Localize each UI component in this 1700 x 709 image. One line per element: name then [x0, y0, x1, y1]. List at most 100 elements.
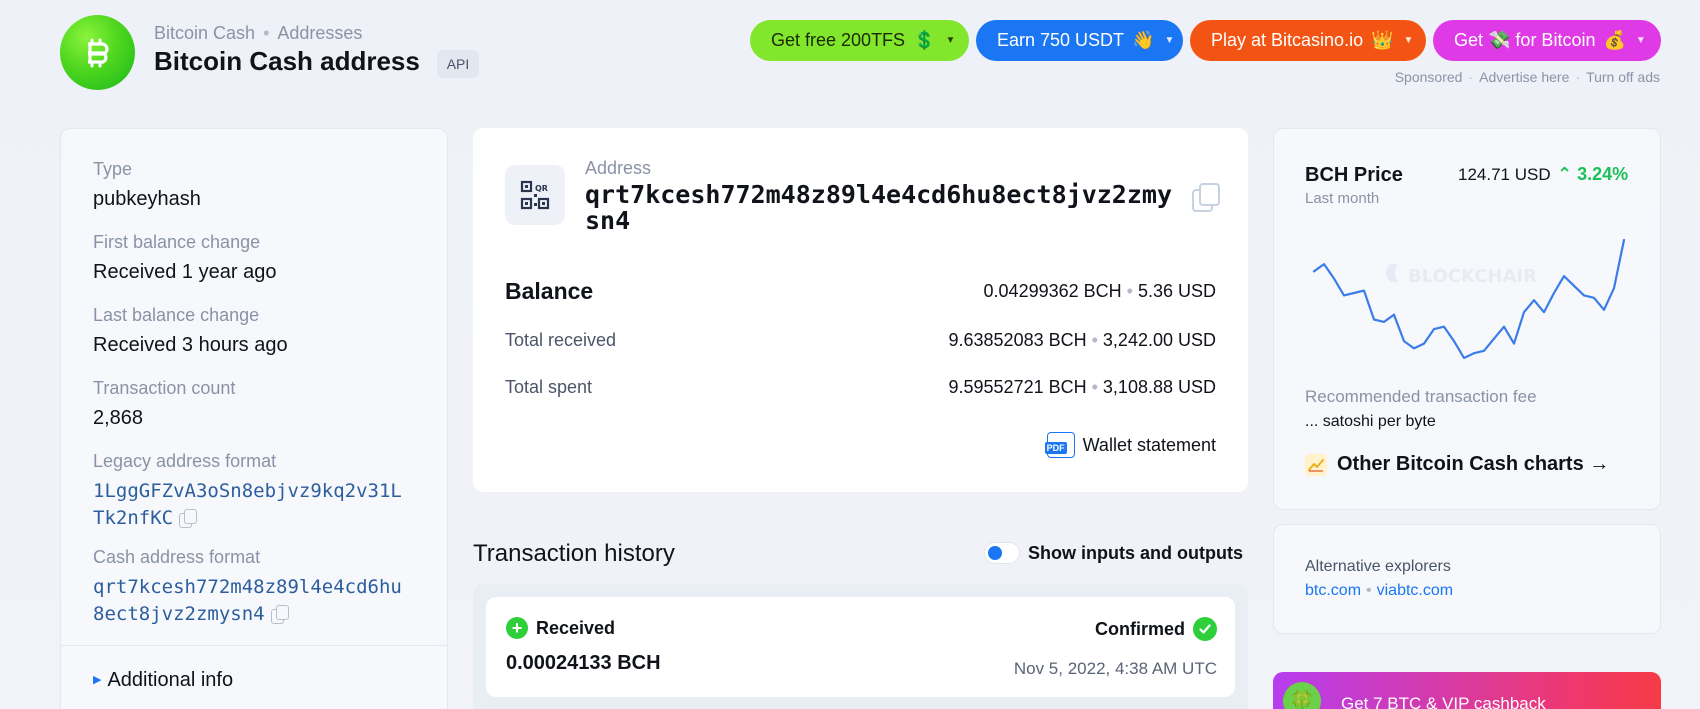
ad-button-sell-bitcoin[interactable]: Get 💸 for Bitcoin 💰 ▼ — [1433, 20, 1661, 61]
legacy-address-value[interactable]: 1LggGFZvA3oSn8ebjvz9kq2v31LTk2nfKC — [93, 480, 402, 529]
copy-icon[interactable] — [270, 605, 289, 624]
transaction-type-label: Received — [536, 617, 616, 638]
address-details-card: Type pubkeyhash First balance change Rec… — [60, 128, 448, 709]
promo-banner[interactable]: 🍀 Get 7 BTC & VIP cashback — [1273, 672, 1661, 709]
additional-info-label: Additional info — [107, 669, 234, 691]
transaction-status-label: Confirmed — [1095, 618, 1185, 639]
ad-label: Get 💸 for Bitcoin — [1454, 30, 1596, 50]
ad-links: Sponsored · Advertise here · Turn off ads — [1395, 69, 1660, 85]
additional-info-toggle[interactable]: ▶ Additional info — [93, 669, 233, 692]
toggle-switch[interactable] — [984, 542, 1020, 564]
pdf-tag: PDF — [1044, 442, 1067, 454]
copy-address-icon[interactable] — [1192, 183, 1220, 212]
first-change-label: First balance change — [93, 232, 261, 252]
type-info: Type pubkeyhash — [93, 159, 201, 211]
separator: • — [1126, 281, 1133, 301]
spent-usd: 3,108.88 USD — [1102, 377, 1216, 397]
chart-watermark-text: BLOCKCHAIR — [1408, 266, 1537, 287]
chevron-down-icon[interactable]: ▼ — [945, 35, 955, 46]
price-change: ⌃ 3.24% — [1557, 164, 1628, 185]
chart-watermark: BLOCKCHAIR — [1386, 264, 1537, 287]
cash-address: qrt7kcesh772m48z89l4e4cd6hu8ect8jvz2zmys… — [93, 574, 413, 628]
spent-bch: 9.59552721 BCH — [948, 377, 1087, 397]
other-charts-link[interactable]: Other Bitcoin Cash charts → — [1305, 453, 1609, 476]
copy-icon[interactable] — [179, 509, 198, 528]
price-title: BCH Price — [1305, 164, 1403, 186]
total-spent-row: Total spent 9.59552721 BCH • 3,108.88 USD — [505, 377, 1216, 398]
price-line — [1312, 238, 1626, 360]
cash-address-value[interactable]: qrt7kcesh772m48z89l4e4cd6hu8ect8jvz2zmys… — [93, 576, 402, 625]
fee-label: Recommended transaction fee — [1305, 387, 1537, 406]
transaction-history-title: Transaction history — [473, 540, 675, 567]
address-summary-card: QR Address qrt7kcesh772m48z89l4e4cd6hu8e… — [473, 128, 1248, 492]
crown-icon: 👑 — [1371, 30, 1394, 50]
wallet-statement-label: Wallet statement — [1082, 434, 1216, 455]
bitcoin-cash-logo[interactable] — [60, 15, 135, 90]
qr-code-button[interactable]: QR — [505, 165, 565, 225]
plus-circle-icon: + — [506, 617, 528, 639]
last-change-info: Last balance change Received 3 hours ago — [93, 305, 288, 357]
clover-icon: 🍀 — [1283, 682, 1321, 709]
page-title: Bitcoin Cash address — [154, 46, 420, 76]
breadcrumb-addresses[interactable]: Addresses — [277, 23, 362, 43]
sponsored-ads: Get free 200TFS 💲 ▼ Earn 750 USDT 👋 ▼ Pl… — [750, 20, 1661, 61]
balance-row: Balance 0.04299362 BCH • 5.36 USD — [505, 278, 1216, 305]
dollar-icon: 💲 — [913, 30, 936, 50]
api-badge[interactable]: API — [437, 50, 479, 78]
chevron-down-icon[interactable]: ▼ — [1636, 35, 1646, 46]
toggle-label: Show inputs and outputs — [1028, 542, 1243, 563]
alternative-explorers-card: Alternative explorers btc.com • viabtc.com — [1273, 524, 1661, 634]
trending-up-icon — [1305, 453, 1327, 476]
chevron-down-icon[interactable]: ▼ — [1164, 35, 1174, 46]
transaction-count-value: 2,868 — [93, 407, 144, 429]
turn-off-ads-link[interactable]: Turn off ads — [1586, 69, 1660, 85]
transaction-count-label: Transaction count — [93, 378, 236, 398]
first-change-value[interactable]: Received 1 year ago — [93, 261, 276, 284]
ad-label: Play at Bitcasino.io — [1211, 30, 1364, 50]
ad-button-free-tfs[interactable]: Get free 200TFS 💲 ▼ — [750, 20, 969, 61]
type-label: Type — [93, 159, 133, 179]
fee-value: ... satoshi per byte — [1305, 413, 1436, 430]
last-change-label: Last balance change — [93, 305, 260, 325]
ad-button-bitcasino[interactable]: Play at Bitcasino.io 👑 ▼ — [1190, 20, 1426, 61]
transaction-row[interactable]: + Received 0.00024133 BCH Confirmed Nov … — [486, 597, 1235, 697]
other-charts-label: Other Bitcoin Cash charts → — [1337, 453, 1610, 475]
wave-hand-icon: 👋 — [1132, 30, 1155, 50]
received-usd: 3,242.00 USD — [1102, 330, 1216, 350]
separator: • — [1091, 330, 1098, 350]
price-value: 124.71 USD — [1458, 165, 1551, 184]
last-change-value[interactable]: Received 3 hours ago — [93, 334, 288, 357]
ad-button-earn-usdt[interactable]: Earn 750 USDT 👋 ▼ — [976, 20, 1183, 61]
cash-format-info: Cash address format qrt7kcesh772m48z89l4… — [93, 547, 413, 628]
balance-usd: 5.36 USD — [1137, 281, 1216, 301]
svg-text:QR: QR — [535, 184, 548, 193]
money-bag-icon: 💰 — [1603, 30, 1626, 50]
arrow-up-icon: ⌃ — [1557, 164, 1578, 184]
wallet-statement-link[interactable]: PDF Wallet statement — [1044, 432, 1216, 458]
divider — [61, 645, 447, 646]
total-received-row: Total received 9.63852083 BCH • 3,242.00 U… — [505, 330, 1216, 351]
transaction-type: + Received — [506, 617, 615, 639]
btc-com-link[interactable]: btc.com — [1305, 582, 1361, 599]
show-inputs-outputs[interactable]: Show inputs and outputs — [984, 542, 1243, 564]
advertise-link[interactable]: Advertise here — [1479, 69, 1569, 85]
check-circle-icon — [1193, 617, 1217, 641]
separator: · — [1575, 69, 1581, 85]
total-spent-value: 9.59552721 BCH • 3,108.88 USD — [949, 377, 1217, 398]
breadcrumb-bitcoin-cash[interactable]: Bitcoin Cash — [154, 23, 255, 43]
promo-text: Get 7 BTC & VIP cashback — [1341, 694, 1546, 709]
transaction-amount: 0.00024133 BCH — [506, 652, 661, 674]
alternative-explorers-label: Alternative explorers — [1305, 558, 1451, 575]
transaction-time[interactable]: Nov 5, 2022, 4:38 AM UTC — [1014, 659, 1217, 679]
balance-bch: 0.04299362 BCH — [983, 281, 1122, 301]
price-change-value: 3.24% — [1577, 164, 1629, 184]
cash-format-label: Cash address format — [93, 547, 261, 567]
balance-value: 0.04299362 BCH • 5.36 USD — [984, 281, 1216, 302]
chevron-down-icon[interactable]: ▼ — [1404, 35, 1414, 46]
address-value[interactable]: qrt7kcesh772m48z89l4e4cd6hu8ect8jvz2zmys… — [585, 182, 1185, 234]
ad-label: Earn 750 USDT — [997, 30, 1125, 50]
transaction-status: Confirmed — [1095, 617, 1217, 641]
viabtc-link[interactable]: viabtc.com — [1377, 582, 1453, 599]
qr-code-icon: QR — [520, 180, 550, 210]
price-chart[interactable]: BLOCKCHAIR — [1308, 234, 1630, 364]
